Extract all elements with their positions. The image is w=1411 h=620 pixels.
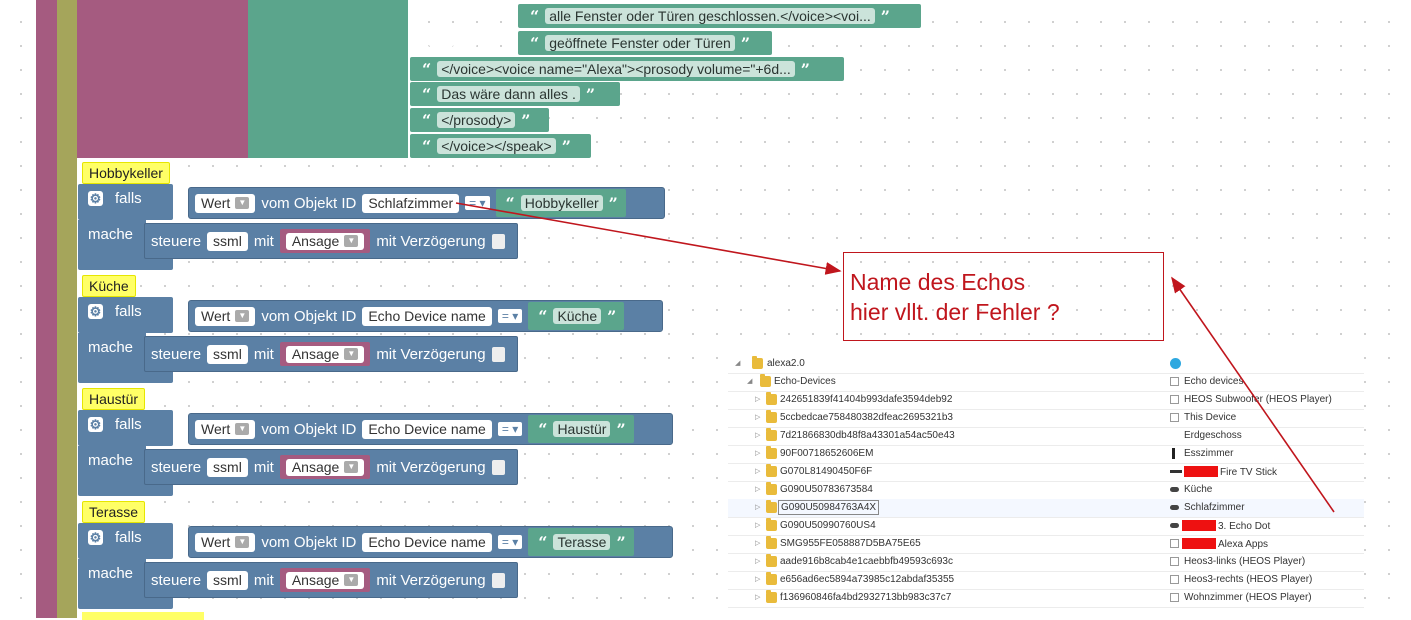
arrow-to-schlafzimmer	[1171, 276, 1335, 513]
arrow-to-callout	[455, 202, 842, 275]
annotation-arrows	[455, 202, 1335, 513]
